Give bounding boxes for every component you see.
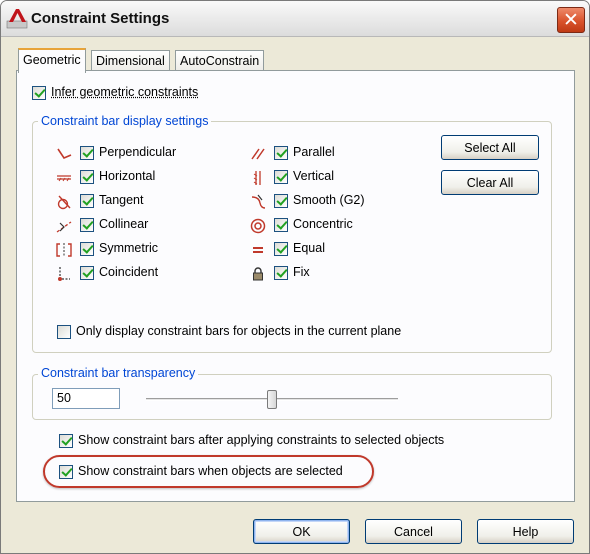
collinear-checkbox[interactable]: [80, 218, 94, 232]
cancel-label: Cancel: [394, 524, 433, 539]
tangent-icon: [57, 195, 71, 210]
fix-checkbox[interactable]: [274, 266, 288, 280]
tab-autoconstrain[interactable]: AutoConstrain: [175, 50, 265, 72]
dialog-body: Geometric Dimensional AutoConstrain Infe…: [1, 38, 589, 553]
close-icon: ✕: [563, 9, 579, 31]
equal-checkbox[interactable]: [274, 242, 288, 256]
concentric-label[interactable]: Concentric: [293, 217, 353, 231]
infer-constraints-label[interactable]: Infer geometric constraints: [51, 85, 198, 99]
smooth-icon: [251, 194, 266, 209]
ok-button[interactable]: OK: [253, 519, 350, 544]
parallel-icon: [251, 148, 265, 160]
vertical-label[interactable]: Vertical: [293, 169, 334, 183]
tangent-label[interactable]: Tangent: [99, 193, 143, 207]
only-current-plane-label[interactable]: Only display constraint bars for objects…: [76, 324, 401, 338]
transparency-input[interactable]: 50: [52, 388, 120, 409]
smooth-checkbox[interactable]: [274, 194, 288, 208]
cancel-button[interactable]: Cancel: [365, 519, 462, 544]
symmetric-checkbox[interactable]: [80, 242, 94, 256]
collinear-label[interactable]: Collinear: [99, 217, 148, 231]
tangent-checkbox[interactable]: [80, 194, 94, 208]
transparency-title: Constraint bar transparency: [38, 366, 199, 380]
concentric-icon: [250, 218, 266, 234]
parallel-checkbox[interactable]: [274, 146, 288, 160]
show-after-applying-label[interactable]: Show constraint bars after applying cons…: [78, 433, 444, 447]
horizontal-label[interactable]: Horizontal: [99, 169, 155, 183]
select-all-button[interactable]: Select All: [441, 135, 539, 160]
tab-dimensional[interactable]: Dimensional: [91, 50, 170, 72]
close-button[interactable]: ✕: [557, 7, 585, 33]
show-after-applying-checkbox[interactable]: [59, 434, 73, 448]
transparency-slider-thumb[interactable]: [267, 390, 277, 409]
vertical-icon: [253, 171, 261, 185]
coincident-label[interactable]: Coincident: [99, 265, 158, 279]
coincident-icon: [58, 267, 70, 281]
constraint-settings-dialog: Constraint Settings ✕ Geometric Dimensio…: [0, 0, 590, 554]
tab-label: Geometric: [23, 53, 81, 67]
fix-label[interactable]: Fix: [293, 265, 310, 279]
symmetric-icon: [56, 243, 72, 257]
clear-all-button[interactable]: Clear All: [441, 170, 539, 195]
symmetric-label[interactable]: Symmetric: [99, 241, 158, 255]
vertical-checkbox[interactable]: [274, 170, 288, 184]
parallel-label[interactable]: Parallel: [293, 145, 335, 159]
help-label: Help: [512, 524, 539, 539]
equal-icon: [253, 247, 263, 253]
perpendicular-label[interactable]: Perpendicular: [99, 145, 176, 159]
horizontal-checkbox[interactable]: [80, 170, 94, 184]
show-when-selected-label[interactable]: Show constraint bars when objects are se…: [78, 464, 343, 478]
display-settings-title: Constraint bar display settings: [38, 114, 212, 128]
only-current-plane-checkbox[interactable]: [57, 325, 71, 339]
tab-label: Dimensional: [96, 54, 165, 68]
collinear-icon: [56, 221, 72, 233]
select-all-label: Select All: [464, 140, 516, 155]
concentric-checkbox[interactable]: [274, 218, 288, 232]
lock-icon: [253, 267, 263, 281]
coincident-checkbox[interactable]: [80, 266, 94, 280]
autocad-logo-icon: [6, 9, 28, 29]
transparency-value: 50: [57, 391, 71, 405]
help-button[interactable]: Help: [477, 519, 574, 544]
equal-label[interactable]: Equal: [293, 241, 325, 255]
ok-label: OK: [292, 524, 311, 539]
horizontal-icon: [57, 175, 71, 182]
window-title: Constraint Settings: [31, 10, 170, 27]
smooth-label[interactable]: Smooth (G2): [293, 193, 365, 207]
tab-label: AutoConstrain: [180, 54, 260, 68]
perpendicular-checkbox[interactable]: [80, 146, 94, 160]
infer-constraints-checkbox[interactable]: [32, 86, 46, 100]
tab-geometric[interactable]: Geometric: [18, 48, 86, 73]
perpendicular-icon: [57, 148, 72, 159]
clear-all-label: Clear All: [466, 175, 514, 190]
title-bar[interactable]: Constraint Settings ✕: [1, 1, 589, 37]
show-when-selected-checkbox[interactable]: [59, 465, 73, 479]
